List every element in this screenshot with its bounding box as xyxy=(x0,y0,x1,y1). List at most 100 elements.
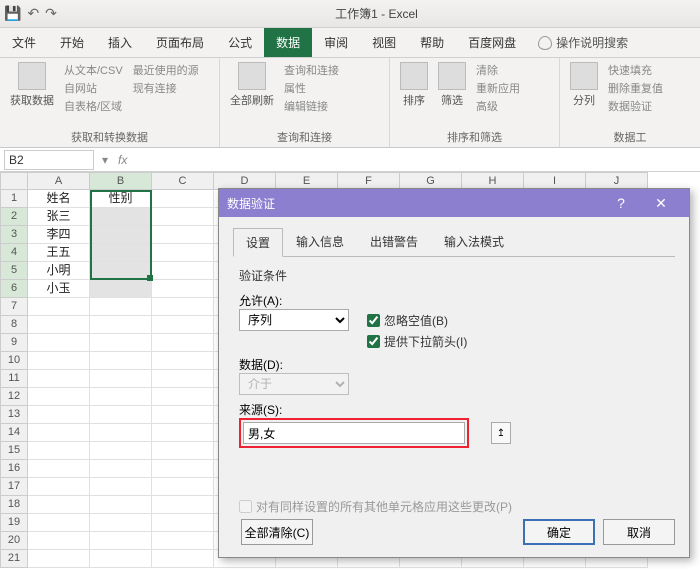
cell[interactable] xyxy=(152,478,214,496)
cell[interactable] xyxy=(152,442,214,460)
cell[interactable] xyxy=(152,406,214,424)
row-5[interactable]: 5 xyxy=(0,262,28,280)
cell[interactable] xyxy=(28,496,90,514)
tab-file[interactable]: 文件 xyxy=(0,28,48,57)
cell[interactable] xyxy=(28,478,90,496)
ignore-blank-checkbox[interactable]: 忽略空值(B) xyxy=(367,312,448,329)
cell[interactable] xyxy=(152,532,214,550)
source-input[interactable] xyxy=(243,422,465,444)
cell[interactable] xyxy=(90,208,152,226)
cell[interactable] xyxy=(152,550,214,568)
cancel-button[interactable]: 取消 xyxy=(603,519,675,545)
cell[interactable] xyxy=(90,550,152,568)
cell[interactable] xyxy=(152,262,214,280)
dlg-tab-error[interactable]: 出错警告 xyxy=(357,227,431,256)
row-14[interactable]: 14 xyxy=(0,424,28,442)
ok-button[interactable]: 确定 xyxy=(523,519,595,545)
row-13[interactable]: 13 xyxy=(0,406,28,424)
fx-icon[interactable]: fx xyxy=(112,153,133,167)
cell[interactable] xyxy=(152,298,214,316)
row-4[interactable]: 4 xyxy=(0,244,28,262)
advanced[interactable]: 高级 xyxy=(476,98,520,114)
cell[interactable] xyxy=(28,352,90,370)
row-20[interactable]: 20 xyxy=(0,532,28,550)
redo-icon[interactable]: ↷ xyxy=(45,5,57,22)
cell[interactable] xyxy=(90,532,152,550)
cell[interactable] xyxy=(152,190,214,208)
row-15[interactable]: 15 xyxy=(0,442,28,460)
cell[interactable] xyxy=(28,424,90,442)
row-12[interactable]: 12 xyxy=(0,388,28,406)
row-1[interactable]: 1 xyxy=(0,190,28,208)
cell[interactable] xyxy=(152,496,214,514)
tab-review[interactable]: 审阅 xyxy=(312,28,360,57)
cell[interactable] xyxy=(90,406,152,424)
tab-view[interactable]: 视图 xyxy=(360,28,408,57)
cell[interactable]: 张三 xyxy=(28,208,90,226)
cell[interactable] xyxy=(90,478,152,496)
cell[interactable] xyxy=(90,262,152,280)
cell[interactable] xyxy=(152,316,214,334)
cell[interactable] xyxy=(152,244,214,262)
refresh-all-button[interactable]: 全部刷新 xyxy=(230,62,274,108)
cell[interactable] xyxy=(152,334,214,352)
row-17[interactable]: 17 xyxy=(0,478,28,496)
save-icon[interactable]: 💾 xyxy=(4,5,21,22)
close-button[interactable]: ✕ xyxy=(641,195,681,212)
cell[interactable] xyxy=(28,406,90,424)
sort-button[interactable]: 排序 xyxy=(400,62,428,108)
row-2[interactable]: 2 xyxy=(0,208,28,226)
row-16[interactable]: 16 xyxy=(0,460,28,478)
cell[interactable] xyxy=(28,442,90,460)
range-picker-button[interactable]: ↥ xyxy=(491,422,511,444)
clear-filter[interactable]: 清除 xyxy=(476,62,520,78)
cell[interactable] xyxy=(152,514,214,532)
cell[interactable] xyxy=(28,550,90,568)
cell[interactable] xyxy=(152,424,214,442)
cell[interactable] xyxy=(152,352,214,370)
cell[interactable]: 小玉 xyxy=(28,280,90,298)
cell[interactable] xyxy=(90,298,152,316)
col-A[interactable]: A xyxy=(28,172,90,190)
queries-conn[interactable]: 查询和连接 xyxy=(284,62,339,78)
from-web[interactable]: 自网站 xyxy=(64,80,123,96)
cell[interactable]: 姓名 xyxy=(28,190,90,208)
select-all-corner[interactable] xyxy=(0,172,28,190)
cell[interactable] xyxy=(90,442,152,460)
cell[interactable] xyxy=(90,496,152,514)
allow-select[interactable]: 序列 xyxy=(239,309,349,331)
col-C[interactable]: C xyxy=(152,172,214,190)
tab-data[interactable]: 数据 xyxy=(264,28,312,57)
clear-all-button[interactable]: 全部清除(C) xyxy=(241,519,313,545)
cell[interactable] xyxy=(152,370,214,388)
dlg-tab-settings[interactable]: 设置 xyxy=(233,228,283,257)
cell[interactable] xyxy=(28,514,90,532)
cell[interactable] xyxy=(152,226,214,244)
row-18[interactable]: 18 xyxy=(0,496,28,514)
dlg-tab-ime[interactable]: 输入法模式 xyxy=(431,227,517,256)
tab-formula[interactable]: 公式 xyxy=(216,28,264,57)
filter-button[interactable]: 筛选 xyxy=(438,62,466,108)
undo-icon[interactable]: ↶ xyxy=(27,5,39,22)
cell[interactable] xyxy=(28,460,90,478)
tab-insert[interactable]: 插入 xyxy=(96,28,144,57)
row-11[interactable]: 11 xyxy=(0,370,28,388)
cell[interactable] xyxy=(90,316,152,334)
cell[interactable] xyxy=(90,226,152,244)
row-8[interactable]: 8 xyxy=(0,316,28,334)
cell[interactable] xyxy=(90,460,152,478)
cell[interactable] xyxy=(90,370,152,388)
cell[interactable] xyxy=(90,514,152,532)
row-21[interactable]: 21 xyxy=(0,550,28,568)
cell[interactable] xyxy=(90,244,152,262)
cell[interactable] xyxy=(90,424,152,442)
data-validation[interactable]: 数据验证 xyxy=(608,98,663,114)
namebox-dropdown-icon[interactable]: ▾ xyxy=(98,153,112,167)
row-10[interactable]: 10 xyxy=(0,352,28,370)
name-box[interactable]: B2 xyxy=(4,150,94,170)
cell[interactable] xyxy=(152,208,214,226)
cell[interactable] xyxy=(28,334,90,352)
cell[interactable] xyxy=(28,298,90,316)
dlg-tab-input[interactable]: 输入信息 xyxy=(283,227,357,256)
edit-links[interactable]: 编辑链接 xyxy=(284,98,339,114)
